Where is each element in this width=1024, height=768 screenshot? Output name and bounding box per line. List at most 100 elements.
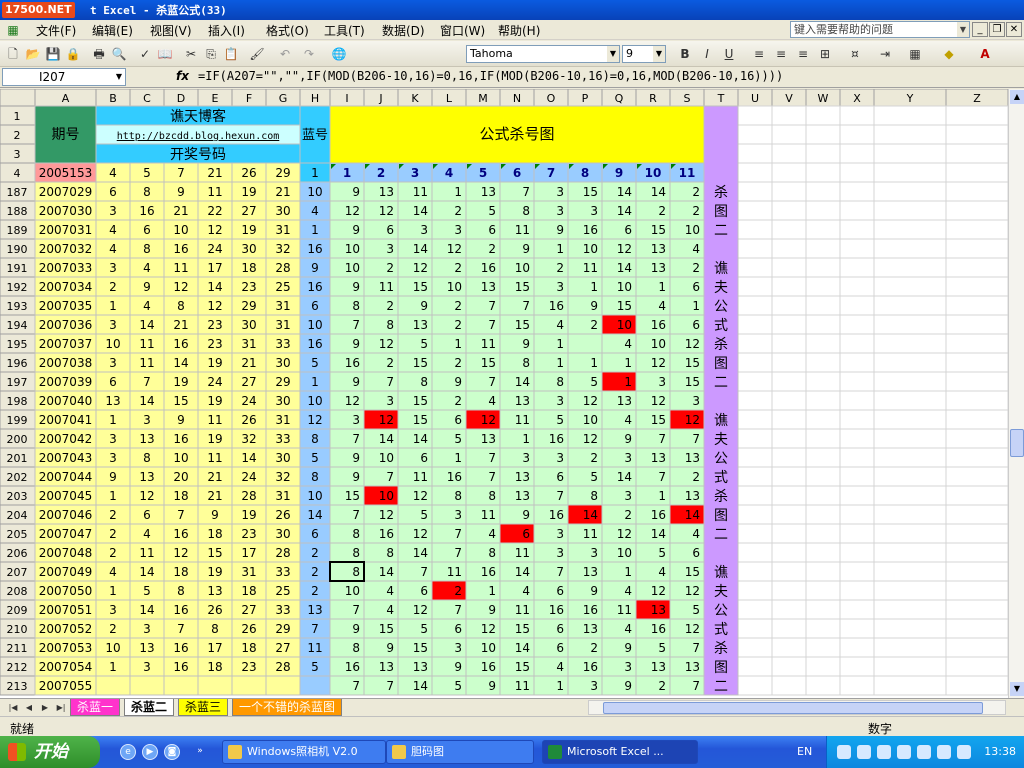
cell[interactable] xyxy=(737,637,773,658)
cell[interactable] xyxy=(737,124,773,145)
font-color-icon[interactable]: A xyxy=(976,45,994,63)
formula-input[interactable]: =IF(A207="","",IF(MOD(B206-10,16)=0,16,I… xyxy=(198,69,783,83)
currency-icon[interactable]: ¤ xyxy=(846,45,864,63)
chevron-down-icon[interactable]: ▼ xyxy=(653,46,665,62)
cell[interactable] xyxy=(873,561,947,582)
cell[interactable] xyxy=(737,580,773,601)
sheet-tab-3[interactable]: 杀蓝三 xyxy=(178,699,229,716)
cell[interactable] xyxy=(873,295,947,316)
cell[interactable] xyxy=(805,390,841,411)
cell[interactable] xyxy=(737,523,773,544)
cell[interactable] xyxy=(839,371,875,392)
cell[interactable] xyxy=(839,485,875,506)
chevron-down-icon[interactable]: ▼ xyxy=(113,69,125,85)
cell[interactable] xyxy=(805,447,841,468)
cell[interactable] xyxy=(839,333,875,354)
cell[interactable] xyxy=(945,504,1009,525)
quicklaunch-more-icon[interactable]: » xyxy=(192,744,208,760)
horizontal-scroll-thumb[interactable] xyxy=(603,702,983,714)
vertical-scrollbar[interactable]: ▲ ▼ xyxy=(1008,89,1024,698)
cell[interactable] xyxy=(873,466,947,487)
cell[interactable] xyxy=(771,466,807,487)
cell[interactable] xyxy=(873,447,947,468)
cell[interactable] xyxy=(873,105,947,126)
start-button[interactable]: 开始 xyxy=(0,736,100,768)
cell[interactable] xyxy=(945,371,1009,392)
cell[interactable] xyxy=(737,656,773,677)
cell[interactable] xyxy=(945,637,1009,658)
cell[interactable] xyxy=(737,333,773,354)
cell[interactable] xyxy=(945,523,1009,544)
spreadsheet-grid[interactable]: A B C D E F G H I J K L M N O P Q R S T U V W X Y Z 1 2 3 4 187 188 189 1… xyxy=(0,89,1024,698)
cell[interactable] xyxy=(873,504,947,525)
cell[interactable] xyxy=(945,466,1009,487)
cell[interactable] xyxy=(771,504,807,525)
scroll-down-icon[interactable]: ▼ xyxy=(1010,682,1024,696)
sheet-tab-1[interactable]: 杀蓝一 xyxy=(70,699,121,716)
cell[interactable] xyxy=(839,637,875,658)
cell[interactable] xyxy=(839,466,875,487)
cell[interactable] xyxy=(839,523,875,544)
cell[interactable] xyxy=(873,200,947,221)
chevron-down-icon[interactable]: ▼ xyxy=(607,46,619,62)
cell[interactable] xyxy=(737,238,773,259)
cell[interactable] xyxy=(805,257,841,278)
cell[interactable] xyxy=(839,675,875,696)
menu-format[interactable]: 格式(O) xyxy=(266,22,309,39)
cell[interactable] xyxy=(805,333,841,354)
cell[interactable] xyxy=(805,523,841,544)
vertical-scroll-thumb[interactable] xyxy=(1010,429,1024,457)
cell[interactable] xyxy=(839,219,875,240)
cell[interactable] xyxy=(771,276,807,297)
menu-file[interactable]: 文件(F) xyxy=(36,22,76,39)
cell[interactable] xyxy=(945,599,1009,620)
cell[interactable] xyxy=(945,105,1009,126)
cell[interactable] xyxy=(839,257,875,278)
tray-app-icon[interactable] xyxy=(937,745,951,759)
paste-icon[interactable]: 📋 xyxy=(222,45,240,63)
cell[interactable] xyxy=(839,124,875,145)
cell[interactable] xyxy=(805,200,841,221)
cell[interactable] xyxy=(805,542,841,563)
research-icon[interactable]: 📖 xyxy=(156,45,174,63)
cell[interactable] xyxy=(839,390,875,411)
cell[interactable] xyxy=(805,314,841,335)
blue-ball-cell[interactable] xyxy=(299,675,331,696)
menu-insert[interactable]: 插入(I) xyxy=(208,22,245,39)
cell[interactable] xyxy=(945,390,1009,411)
cell[interactable] xyxy=(771,314,807,335)
cell[interactable] xyxy=(805,637,841,658)
kill-cell[interactable] xyxy=(567,333,603,354)
cell[interactable] xyxy=(771,485,807,506)
cell[interactable] xyxy=(839,428,875,449)
tray-shield-icon[interactable] xyxy=(917,745,931,759)
underline-button[interactable]: U xyxy=(720,45,738,63)
cell[interactable] xyxy=(737,428,773,449)
tray-security-icon[interactable] xyxy=(857,745,871,759)
red-ball-cell[interactable] xyxy=(95,675,131,696)
cell[interactable] xyxy=(839,504,875,525)
cell[interactable] xyxy=(945,428,1009,449)
spelling-icon[interactable]: ✓ xyxy=(136,45,154,63)
cell[interactable] xyxy=(839,542,875,563)
cell[interactable] xyxy=(945,656,1009,677)
cell[interactable] xyxy=(873,371,947,392)
undo-icon[interactable]: ↶ xyxy=(276,45,294,63)
cell[interactable] xyxy=(873,523,947,544)
cell[interactable] xyxy=(873,580,947,601)
cell[interactable] xyxy=(771,181,807,202)
cell[interactable] xyxy=(737,485,773,506)
cell[interactable] xyxy=(839,447,875,468)
cell[interactable] xyxy=(771,105,807,126)
task-camera[interactable]: Windows照相机 V2.0 xyxy=(222,740,386,764)
cell[interactable] xyxy=(873,428,947,449)
cell[interactable] xyxy=(737,447,773,468)
red-ball-cell[interactable] xyxy=(129,675,165,696)
cell[interactable] xyxy=(737,314,773,335)
cell[interactable] xyxy=(805,428,841,449)
cell[interactable] xyxy=(771,580,807,601)
cell[interactable] xyxy=(839,181,875,202)
cell[interactable] xyxy=(945,485,1009,506)
cell[interactable] xyxy=(771,409,807,430)
cell[interactable] xyxy=(771,599,807,620)
